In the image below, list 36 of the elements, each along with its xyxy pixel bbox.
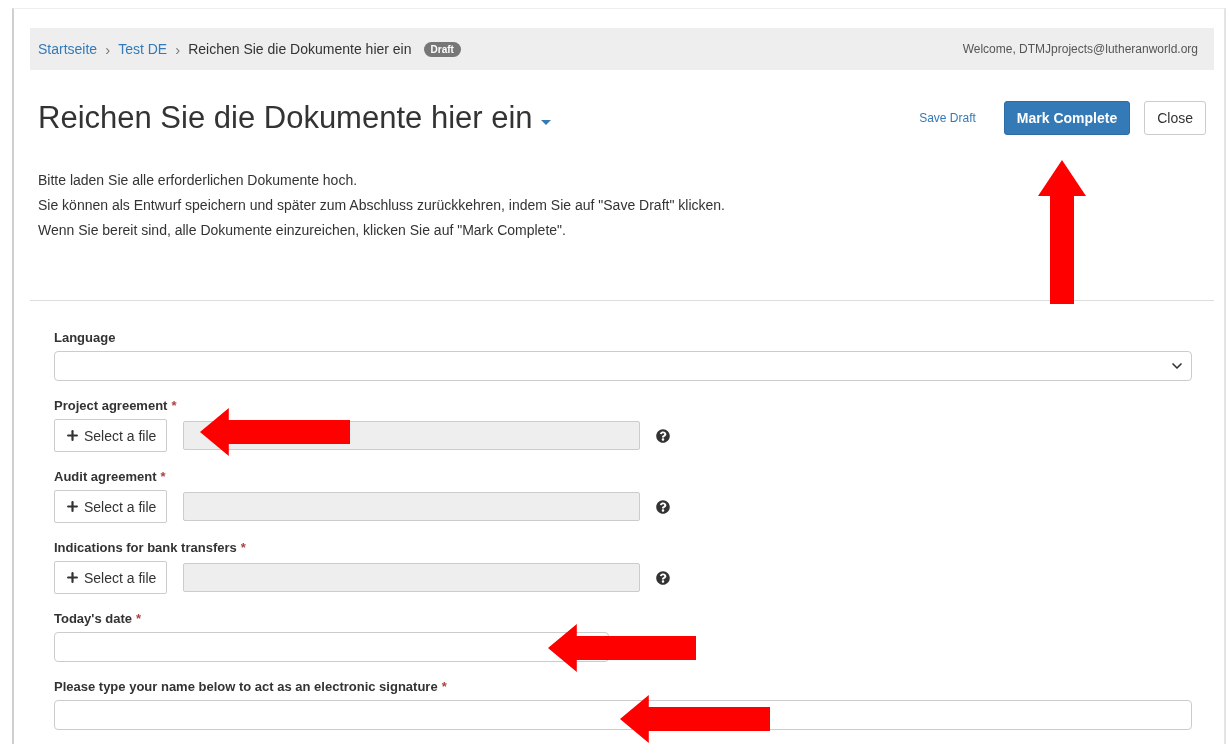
caret-icon[interactable]	[540, 119, 551, 125]
select-file-button[interactable]: Select a file	[54, 561, 168, 594]
help-icon[interactable]	[656, 428, 671, 443]
date-field[interactable]	[54, 632, 609, 662]
help-icon[interactable]	[656, 499, 671, 514]
arrow-icon	[620, 695, 770, 743]
current-page-text: Reichen Sie die Dokumente hier ein	[188, 41, 412, 57]
help-icon[interactable]	[656, 570, 671, 585]
field-label: Today's date *	[54, 611, 143, 626]
close-button[interactable]: Close	[1144, 101, 1206, 135]
signature-field[interactable]	[54, 700, 1192, 730]
select-file-button[interactable]: Select a file	[54, 490, 168, 523]
field-label: Project agreement *	[54, 398, 178, 413]
welcome-text: Welcome, DTMJprojects@lutheranworld.org	[962, 42, 1198, 56]
instruction-text: Wenn Sie bereit sind, alle Dokumente einzureichen, klicken Sie auf "Mark Complete".	[38, 222, 567, 238]
breadcrumb-link[interactable]: Test DE	[118, 41, 168, 57]
field-label: Language	[54, 330, 117, 345]
breadcrumb-link[interactable]: Startseite	[38, 41, 98, 57]
field-label: Indications for bank transfers *	[54, 540, 247, 555]
breadcrumb-separator: ›	[175, 40, 181, 58]
breadcrumb-separator: ›	[105, 40, 111, 58]
instruction-text: Sie können als Entwurf speichern und später zum Abschluss zurückkehren, indem Sie auf "Save Draft" klicken.	[38, 197, 726, 213]
arrow-icon	[548, 624, 696, 672]
status-badge: Draft	[423, 41, 461, 57]
plus-icon	[65, 499, 80, 514]
plus-icon	[65, 570, 80, 585]
save-draft-link[interactable]: Save Draft	[919, 111, 976, 125]
arrow-icon	[200, 408, 350, 456]
page-title: Reichen Sie die Dokumente hier ein	[38, 100, 533, 136]
instruction-text: Bitte laden Sie alle erforderlichen Dokumente hoch.	[38, 172, 359, 188]
mark-complete-button[interactable]: Mark Complete	[1003, 101, 1131, 135]
field-label: Please type your name below to act as an electronic signature *	[54, 679, 448, 694]
plus-icon	[65, 428, 80, 443]
select-file-button[interactable]: Select a file	[54, 419, 168, 452]
field-label: Audit agreement *	[54, 469, 167, 484]
arrow-icon	[1038, 160, 1086, 304]
